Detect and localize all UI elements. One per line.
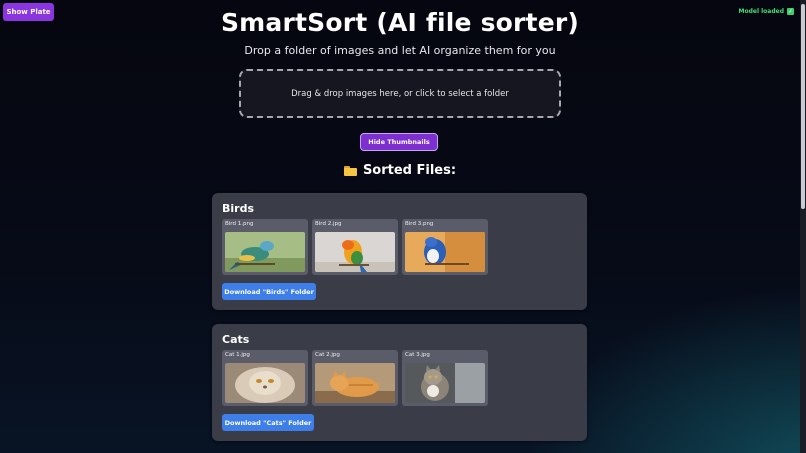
bird-image [405,232,485,272]
file-name: Cat 2.jpg [315,352,340,358]
file-thumbnail[interactable]: Cat 2.jpg [312,350,398,406]
hide-thumbnails-button[interactable]: Hide Thumbnails [360,133,438,151]
download-cats-button[interactable]: Download "Cats" Folder [222,414,314,431]
cat-image [405,363,485,403]
file-name: Bird 3.png [405,221,434,227]
file-thumbnail[interactable]: Bird 2.jpg [312,219,398,275]
file-name: Bird 2.jpg [315,221,342,227]
cat-image [315,363,395,403]
file-thumbnail[interactable]: Bird 3.png [402,219,488,275]
category-birds: Birds Bird 1.png Bird 2.jpg Bird 3.png D… [212,193,587,310]
sorted-files-label: Sorted Files: [362,163,457,178]
page-title: SmartSort (AI file sorter) [220,8,580,37]
category-title: Birds [222,202,255,215]
bird-image [225,232,305,272]
file-thumbnail[interactable]: Cat 1.jpg [222,350,308,406]
file-name: Cat 3.jpg [405,352,430,358]
file-name: Cat 1.jpg [225,352,250,358]
scrollbar-thumb[interactable] [801,4,805,209]
page-subtitle: Drop a folder of images and let AI organ… [244,44,556,57]
file-thumbnail[interactable]: Bird 1.png [222,219,308,275]
dropzone[interactable]: Drag & drop images here, or click to sel… [239,69,561,118]
download-birds-button[interactable]: Download "Birds" Folder [222,283,316,300]
sorted-files-heading: Sorted Files: [0,163,800,178]
file-name: Bird 1.png [225,221,254,227]
category-cats: Cats Cat 1.jpg Cat 2.jpg Cat 3.jpg Downl… [212,324,587,441]
scrollbar[interactable] [800,0,806,453]
category-title: Cats [222,333,250,346]
bird-image [315,232,395,272]
dropzone-text: Drag & drop images here, or click to sel… [291,88,509,99]
cat-image [225,363,305,403]
folder-icon [343,165,357,176]
file-thumbnail[interactable]: Cat 3.jpg [402,350,488,406]
